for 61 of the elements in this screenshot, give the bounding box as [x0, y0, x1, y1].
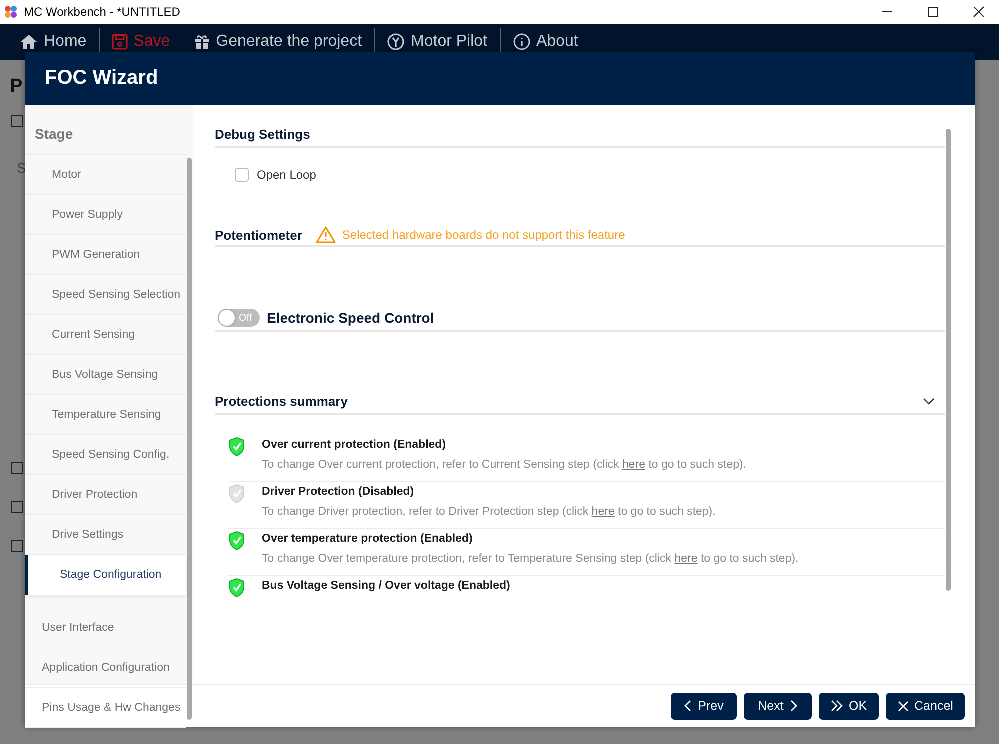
checkbox[interactable] — [235, 168, 249, 182]
sidebar-item[interactable]: User Interface — [25, 608, 186, 648]
section-title: Potentiometer — [215, 228, 302, 242]
checkbox[interactable] — [11, 462, 23, 474]
scrollbar[interactable] — [187, 158, 192, 720]
checkbox-label: Open Loop — [257, 168, 316, 182]
nav-button[interactable]: Save — [100, 24, 182, 60]
sidebar-group-heading[interactable]: Stage — [25, 110, 186, 155]
link[interactable]: here — [622, 459, 646, 471]
section-title: Protections summary — [215, 394, 348, 409]
scrollbar[interactable] — [946, 129, 951, 591]
sidebar-item[interactable]: Current Sensing — [25, 315, 186, 355]
nav-button[interactable]: Motor Pilot — [375, 24, 500, 60]
checkbox[interactable] — [11, 501, 23, 513]
sidebar-item[interactable]: Motor — [25, 155, 186, 195]
wizard-button[interactable]: Prev — [671, 692, 737, 720]
sidebar-item[interactable]: Pins Usage & Hw Changes — [25, 688, 186, 728]
sidebar-item[interactable]: Bus Voltage Sensing — [25, 355, 186, 395]
sidebar-item[interactable]: Application Configuration — [25, 648, 186, 688]
app-logo-icon — [4, 5, 18, 19]
sidebar-item[interactable]: Power Supply — [25, 195, 186, 235]
section-title: Electronic Speed Control — [267, 310, 434, 326]
protection-description: To change Over current protection, refer to Current Sensing step (click here to go to such step). — [262, 459, 747, 471]
dialog-title: FOC Wizard — [45, 67, 158, 90]
checkbox[interactable] — [11, 115, 23, 127]
checkbox[interactable] — [11, 540, 23, 552]
sidebar-item[interactable]: Speed Sensing Selection — [25, 275, 186, 315]
close-icon — [898, 700, 909, 712]
warning-message: Selected hardware boards do not support this feature — [342, 228, 626, 242]
sidebar-item[interactable]: Speed Sensing Config. — [25, 435, 186, 475]
nav-button[interactable]: About — [500, 24, 590, 60]
sidebar-item[interactable]: Stage Configuration — [25, 555, 186, 595]
close-icon[interactable] — [973, 6, 985, 18]
wizard-button[interactable]: Cancel — [886, 692, 965, 720]
protection-title: Bus Voltage Sensing / Over voltage (Enabled) — [262, 580, 510, 592]
sidebar-item[interactable]: Temperature Sensing — [25, 395, 186, 435]
chevron-left-icon — [684, 700, 692, 712]
nav-button[interactable]: Home — [8, 24, 99, 60]
double-chevron-icon — [830, 700, 843, 712]
chevron-icon[interactable] — [923, 398, 935, 406]
motor-icon — [387, 33, 406, 51]
protection-title: Over temperature protection (Enabled) — [262, 533, 474, 545]
wizard-button[interactable]: OK — [819, 692, 879, 720]
link[interactable]: here — [592, 506, 615, 518]
page-heading: P — [10, 76, 23, 98]
section-title: Debug Settings — [215, 127, 310, 142]
protection-title: Over current protection (Enabled) — [262, 439, 448, 451]
sidebar-item[interactable]: PWM Generation — [25, 235, 186, 275]
protection-description: To change Driver protection, refer to Driver Protection step (click here to go to such step). — [262, 506, 716, 518]
wizard-button[interactable]: Next — [744, 692, 812, 720]
warning-icon — [316, 226, 336, 244]
info-icon — [512, 33, 530, 51]
chevron-right-icon — [790, 700, 798, 712]
maximize-icon[interactable] — [927, 6, 939, 18]
window-title: MC Workbench - *UNTITLED — [24, 5, 180, 19]
protection-title: Driver Protection (Disabled) — [262, 486, 416, 498]
link[interactable]: here — [674, 553, 698, 565]
gift-icon — [194, 34, 210, 50]
home-icon — [20, 34, 38, 50]
sidebar-item[interactable]: Driver Protection — [25, 475, 186, 515]
protection-description: To change Over temperature protection, refer to Temperature Sensing step (click here to go to such step). — [262, 553, 799, 565]
